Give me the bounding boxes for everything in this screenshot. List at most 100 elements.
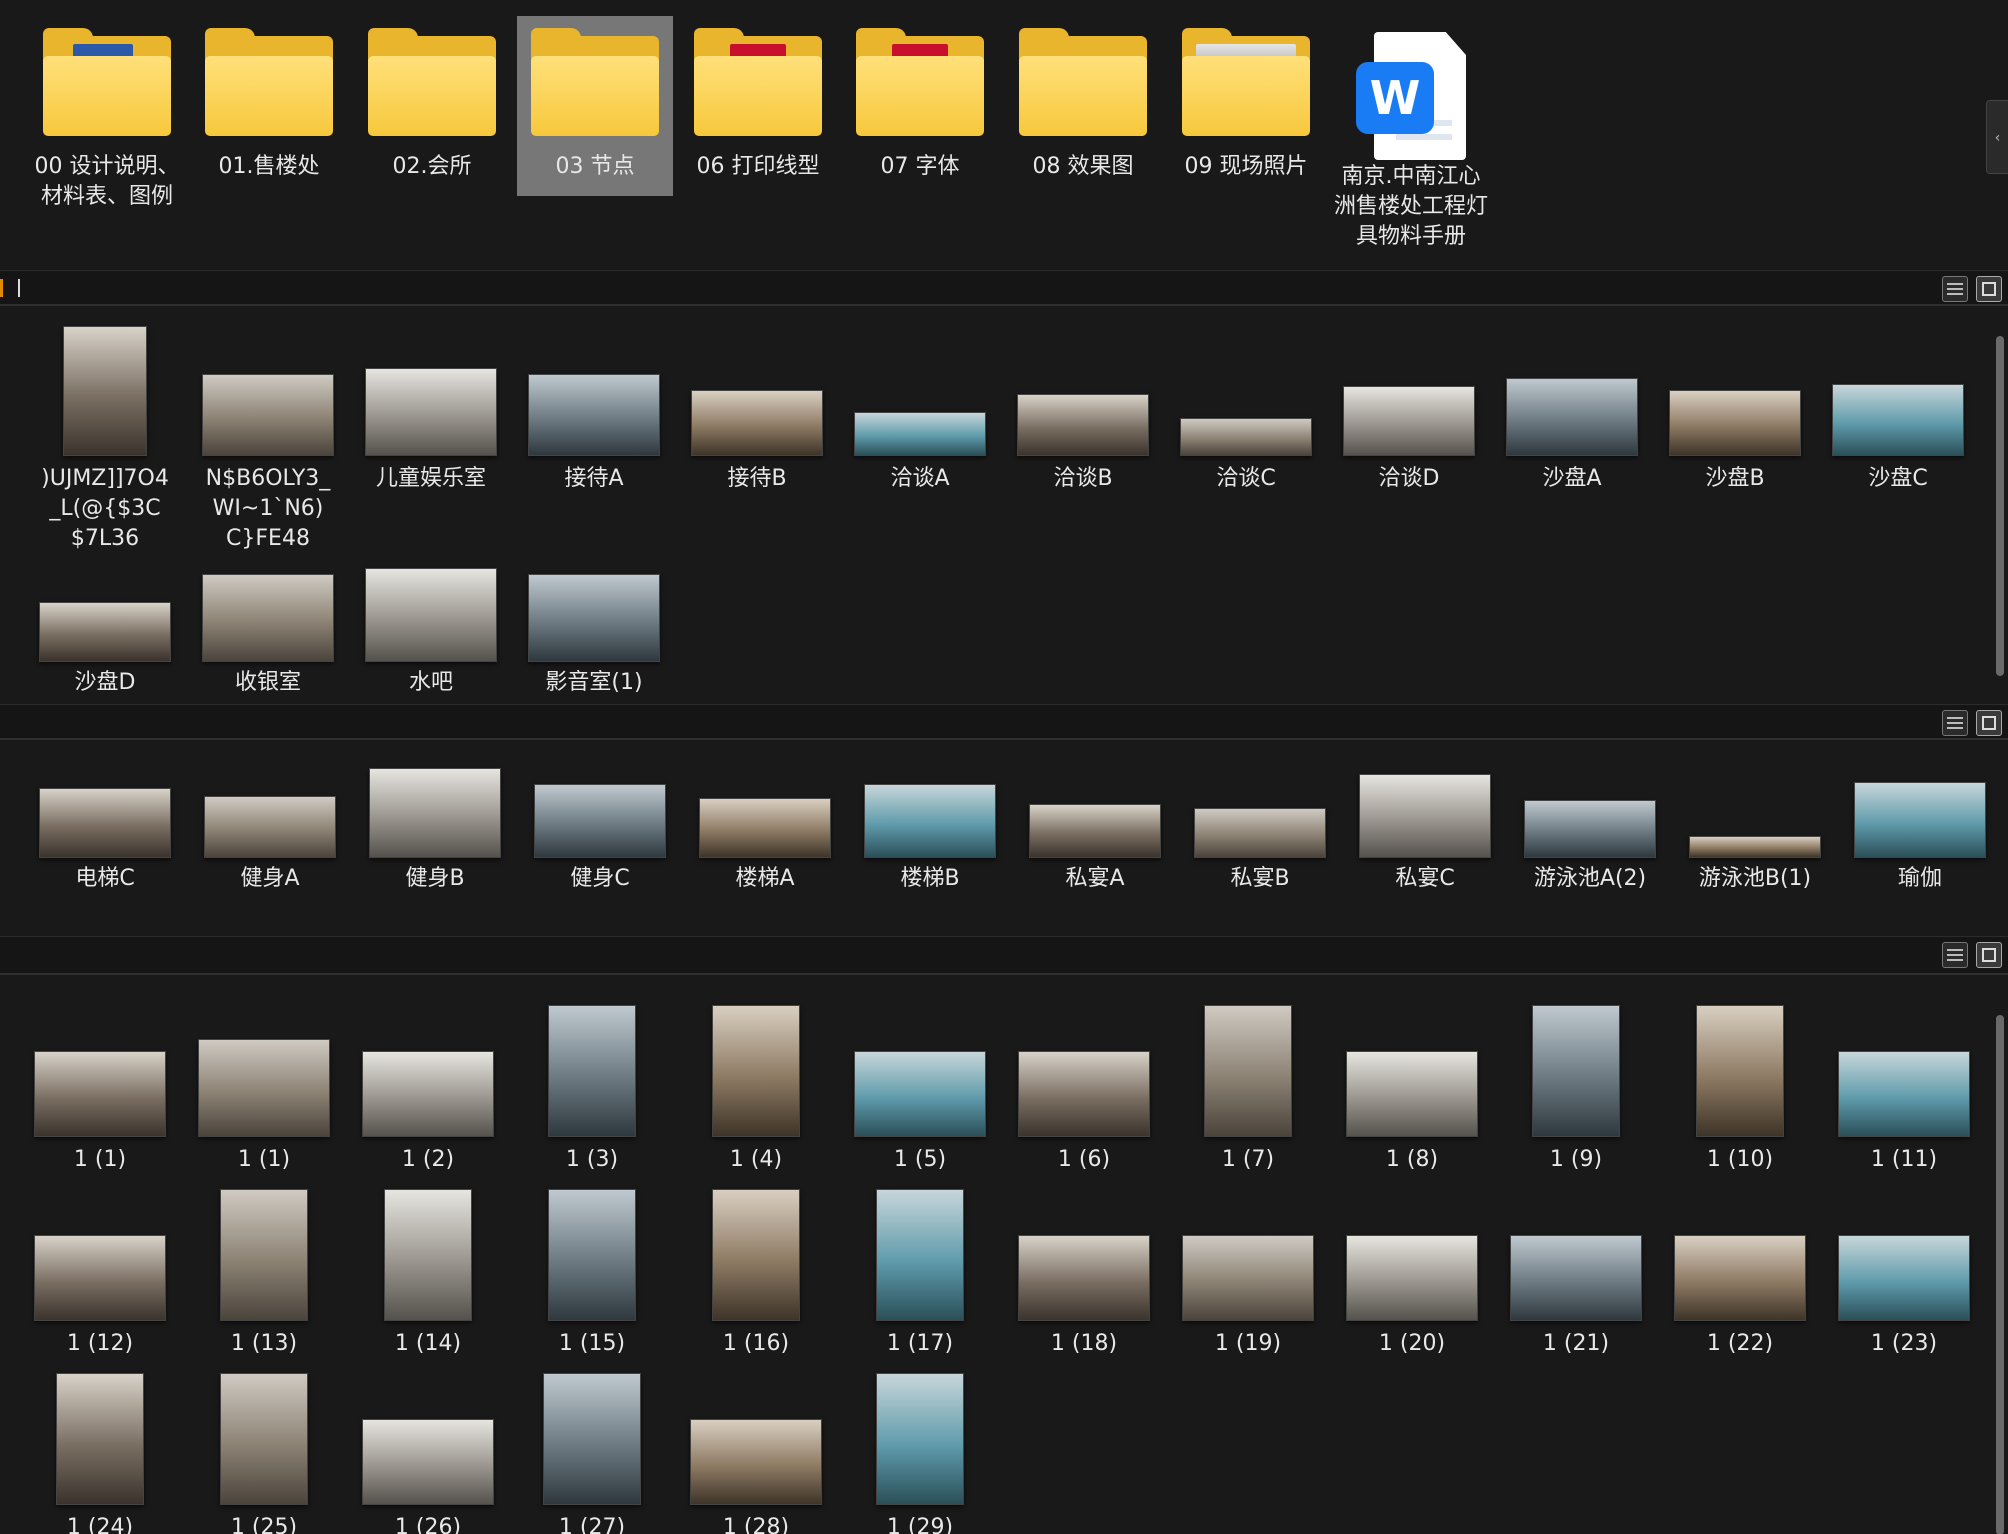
thumbnail-item[interactable]: 1 (23) xyxy=(1829,975,1979,1356)
thumbnail-label: 沙盘C xyxy=(1868,466,1928,491)
folder-item[interactable]: 00 设计说明、材料表、图例 xyxy=(29,16,185,209)
thumbnail-item[interactable]: 1 (21) xyxy=(1501,975,1651,1356)
thumbnail-item[interactable]: 瑜伽 xyxy=(1845,740,1995,891)
folder-item[interactable]: 09 现场照片 xyxy=(1168,16,1324,196)
text-cursor xyxy=(18,279,20,297)
thumbnail-label: 1 (4) xyxy=(729,1147,783,1172)
thumbnail-item[interactable]: 接待B xyxy=(682,306,832,491)
tile-view-button[interactable] xyxy=(1976,276,2002,302)
folder-item[interactable]: 02.会所 xyxy=(354,16,510,196)
folder-photo-icon xyxy=(1182,28,1310,136)
folder-label: 08 效果图 xyxy=(1032,154,1134,179)
folder-pdf-icon xyxy=(694,28,822,136)
thumbnail-item[interactable]: 1 (26) xyxy=(353,975,503,1534)
thumbnail-item[interactable]: 健身C xyxy=(525,740,675,891)
thumbnail-item[interactable]: 洽谈A xyxy=(845,306,995,491)
image-thumbnail xyxy=(699,798,831,858)
thumbnail-item[interactable]: 水吧 xyxy=(356,306,506,695)
thumbnail-label: 洽谈D xyxy=(1378,466,1440,491)
tile-view-button[interactable] xyxy=(1976,710,2002,736)
thumbnail-label: 收银室 xyxy=(234,670,301,695)
thumbnail-item[interactable]: 沙盘A xyxy=(1497,306,1647,491)
document-item[interactable]: W 南京.中南江心洲售楼处工程灯具物料手册 xyxy=(1331,16,1491,249)
thumbnail-item[interactable]: 1 (29) xyxy=(845,975,995,1534)
thumbnail-item[interactable]: 1 (22) xyxy=(1665,975,1815,1356)
thumbnail-label: 1 (18) xyxy=(1050,1331,1118,1356)
folder-item[interactable]: 01.售楼处 xyxy=(191,16,347,196)
thumbnail-label: 1 (24) xyxy=(66,1515,134,1534)
image-thumbnail xyxy=(1854,782,1986,858)
thumbnail-item[interactable]: 1 (28) xyxy=(681,975,831,1534)
thumbnail-label: 1 (9) xyxy=(1549,1147,1603,1172)
image-thumbnail xyxy=(204,796,336,858)
pane-divider[interactable] xyxy=(0,936,2008,975)
image-thumbnail xyxy=(712,1005,800,1137)
image-thumbnail xyxy=(63,326,147,456)
folder-label: 01.售楼处 xyxy=(218,154,320,179)
pane-divider[interactable] xyxy=(0,270,2008,306)
thumbnail-item[interactable]: 楼梯A xyxy=(690,740,840,891)
thumbnail-label: 沙盘A xyxy=(1542,466,1602,491)
folder-item[interactable]: 06 打印线型 xyxy=(680,16,836,196)
scrollbar[interactable] xyxy=(1996,1015,2004,1534)
thumbnail-item[interactable]: 收银室 xyxy=(193,306,343,695)
thumbnail-label: )UJMZ]]7O4_L(@{$3C$7L36 xyxy=(41,466,169,551)
image-thumbnail xyxy=(1669,390,1801,456)
thumbnail-label: 1 (3) xyxy=(565,1147,619,1172)
thumbnail-label: 沙盘B xyxy=(1705,466,1765,491)
thumbnail-item[interactable]: 1 (20) xyxy=(1337,975,1487,1356)
image-thumbnail xyxy=(1182,1235,1314,1321)
thumbnail-item[interactable]: 1 (18) xyxy=(1009,975,1159,1356)
image-thumbnail xyxy=(1204,1005,1292,1137)
thumbnail-item[interactable]: 影音室(1) xyxy=(519,306,669,695)
thumbnail-item[interactable]: 1 (19) xyxy=(1173,975,1323,1356)
thumbnail-label: 接待A xyxy=(564,466,624,491)
thumbnail-item[interactable]: 私宴C xyxy=(1350,740,1500,891)
thumbnail-item[interactable]: 私宴A xyxy=(1020,740,1170,891)
tile-view-button[interactable] xyxy=(1976,942,2002,968)
thumbnail-label: 1 (2) xyxy=(401,1147,455,1172)
image-thumbnail xyxy=(220,1189,308,1321)
image-thumbnail xyxy=(34,1235,166,1321)
thumbnail-item[interactable]: 1 (24) xyxy=(25,975,175,1534)
thumbnail-item[interactable]: 洽谈B xyxy=(1008,306,1158,491)
thumbnail-label: 健身B xyxy=(405,866,465,891)
thumbnail-label: 私宴B xyxy=(1230,866,1290,891)
thumbnail-label: 沙盘D xyxy=(74,670,136,695)
thumbnail-label: 洽谈C xyxy=(1216,466,1276,491)
collapse-panel-button[interactable]: ‹ xyxy=(1986,100,2008,174)
thumbnail-item[interactable]: 电梯C xyxy=(30,740,180,891)
thumbnail-label: 楼梯A xyxy=(735,866,795,891)
thumbnail-item[interactable]: 健身A xyxy=(195,740,345,891)
list-view-button[interactable] xyxy=(1942,276,1968,302)
thumbnail-item[interactable]: 游泳池B(1) xyxy=(1680,740,1830,891)
folder-item[interactable]: 08 效果图 xyxy=(1005,16,1161,196)
image-thumbnail xyxy=(365,568,497,662)
image-thumbnail xyxy=(1674,1235,1806,1321)
list-view-button[interactable] xyxy=(1942,942,1968,968)
image-thumbnail xyxy=(1346,1235,1478,1321)
thumbnail-item[interactable]: 沙盘B xyxy=(1660,306,1810,491)
thumbnail-label: 洽谈B xyxy=(1053,466,1113,491)
folder-item-selected[interactable]: 03 节点 xyxy=(517,16,673,196)
thumbnail-item[interactable]: 洽谈D xyxy=(1334,306,1484,491)
pane-divider[interactable] xyxy=(0,704,2008,740)
image-thumbnail xyxy=(854,1051,986,1137)
list-view-button[interactable] xyxy=(1942,710,1968,736)
thumbnail-item[interactable]: 游泳池A(2) xyxy=(1515,740,1665,891)
thumbnail-item[interactable]: 沙盘D xyxy=(30,306,180,695)
thumbnail-item[interactable]: 楼梯B xyxy=(855,740,1005,891)
folder-item[interactable]: 07 字体 xyxy=(842,16,998,196)
folder-icon xyxy=(531,28,659,136)
image-thumbnail xyxy=(690,1419,822,1505)
scrollbar[interactable] xyxy=(1996,336,2004,676)
folder-label: 00 设计说明、材料表、图例 xyxy=(34,154,180,209)
thumbnail-item[interactable]: 洽谈C xyxy=(1171,306,1321,491)
thumbnail-label: 儿童娱乐室 xyxy=(375,466,486,491)
thumbnail-item[interactable]: 1 (27) xyxy=(517,975,667,1534)
thumbnail-item[interactable]: 1 (25) xyxy=(189,975,339,1534)
thumbnail-item[interactable]: 私宴B xyxy=(1185,740,1335,891)
thumbnail-label: 1 (22) xyxy=(1706,1331,1774,1356)
thumbnail-item[interactable]: 健身B xyxy=(360,740,510,891)
thumbnail-item[interactable]: 沙盘C xyxy=(1823,306,1973,491)
